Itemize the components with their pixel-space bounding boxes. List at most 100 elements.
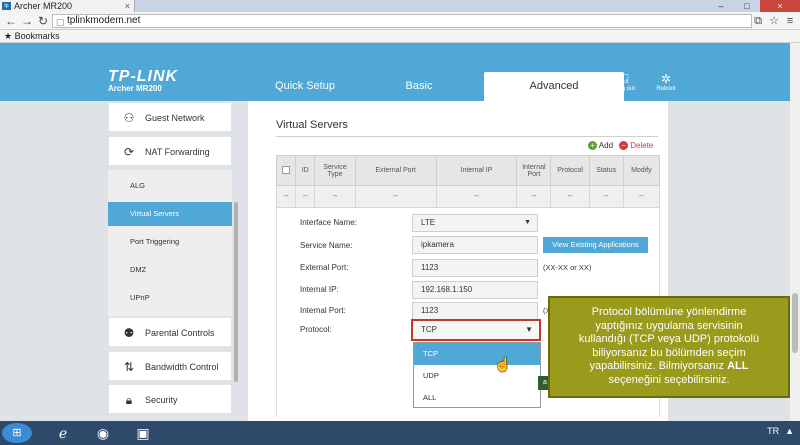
tray-arrow-icon[interactable]: ▲	[785, 426, 794, 436]
col-status: Status	[588, 155, 624, 186]
bookmarks-label[interactable]: Bookmarks	[15, 31, 60, 41]
sidebar-item-security[interactable]: 🔒︎ Security	[108, 384, 232, 414]
tooltip-line: Protocol bölümüne yönlendirme	[591, 306, 747, 318]
table-cell: --	[588, 185, 624, 208]
virtual-servers-table: ID Service Type External Port Internal I…	[275, 155, 661, 208]
sidebar-item-label: Security	[145, 395, 178, 405]
star-icon[interactable]: ☆	[768, 13, 780, 29]
tooltip-text: yapabilirsiniz. Bilmiyorsanız	[589, 360, 725, 372]
internal-port-input[interactable]: 1123	[412, 302, 538, 320]
translate-icon[interactable]: ⧉	[752, 13, 764, 29]
chevron-down-icon: ▼	[525, 325, 533, 334]
tray-label[interactable]: TR	[767, 426, 779, 436]
hand-cursor-icon: ☝	[494, 356, 512, 372]
instruction-tooltip: Protocol bölümüne yönlendirme yaptığınız…	[548, 296, 790, 398]
page-title: Virtual Servers	[276, 119, 348, 131]
page-scrollbar[interactable]	[790, 43, 800, 421]
tplink-favicon-icon: tp	[2, 2, 11, 10]
tooltip-line-mixed: yapabilirsiniz. Bilmiyorsanız ALL	[550, 360, 788, 374]
tab-basic[interactable]: Basic	[362, 72, 476, 101]
bandwidth-control-icon: ⇅	[123, 360, 135, 374]
maximize-icon[interactable]: □	[734, 0, 760, 12]
col-external-port: External Port	[354, 155, 437, 186]
view-existing-applications-button[interactable]: View Existing Applications	[543, 237, 648, 253]
start-orb-icon[interactable]: ⊞	[2, 423, 32, 443]
sidebar: ⚇ Guest Network ⟳ NAT Forwarding ALG Vir…	[108, 101, 232, 421]
checkbox-icon	[282, 165, 291, 174]
back-icon[interactable]: ←	[4, 13, 18, 29]
add-icon: +	[588, 141, 597, 150]
nat-submenu: ALG Virtual Servers Port Triggering DMZ …	[108, 170, 232, 316]
table-actions: + Add − Delete	[588, 141, 653, 150]
select-all-checkbox[interactable]	[275, 155, 297, 186]
add-button[interactable]: + Add	[588, 141, 613, 150]
protocol-option-all[interactable]: ALL	[414, 387, 540, 409]
interface-name-select[interactable]: LTE ▼	[412, 214, 538, 232]
interface-name-value: LTE	[421, 218, 436, 227]
submenu-item-port-triggering[interactable]: Port Triggering	[108, 230, 232, 254]
protocol-option-tcp[interactable]: TCP	[414, 343, 540, 365]
sidebar-item-nat-forwarding[interactable]: ⟳ NAT Forwarding	[108, 136, 232, 166]
tab-close-icon[interactable]: ×	[125, 0, 130, 12]
title-divider	[276, 136, 658, 137]
table-row: -- -- -- -- -- -- -- -- --	[275, 185, 661, 208]
reboot-button[interactable]: ✲ Reboot	[651, 72, 681, 92]
table-cell: --	[435, 185, 518, 208]
tab-title: Archer MR200	[14, 1, 73, 11]
logout-icon: ⍈	[621, 72, 629, 86]
protocol-select[interactable]: TCP ▼	[411, 319, 541, 341]
reload-icon[interactable]: ↻	[36, 13, 50, 29]
app-icon[interactable]: ▣	[126, 423, 160, 443]
tooltip-bold-text: ALL	[727, 360, 749, 372]
external-port-input[interactable]: 1123	[412, 259, 538, 277]
protocol-value: TCP	[421, 325, 437, 334]
service-name-input[interactable]: ipkamera	[412, 236, 538, 254]
tab-quick-setup[interactable]: Quick Setup	[248, 72, 362, 101]
guest-network-icon: ⚇	[123, 111, 135, 125]
internal-ip-input[interactable]: 192.168.1.150	[412, 281, 538, 299]
external-port-hint: (XX-XX or XX)	[543, 263, 592, 272]
table-header-row: ID Service Type External Port Internal I…	[275, 155, 661, 186]
external-port-value: 1123	[421, 263, 439, 272]
internal-port-label: Internal Port:	[300, 306, 346, 315]
internal-port-value: 1123	[421, 306, 439, 315]
sidebar-item-bandwidth-control[interactable]: ⇅ Bandwidth Control	[108, 351, 232, 381]
table-cell: --	[295, 185, 316, 208]
parental-controls-icon: ⚉	[123, 326, 135, 340]
submenu-item-virtual-servers[interactable]: Virtual Servers	[108, 202, 232, 226]
minimize-icon[interactable]: –	[708, 0, 734, 12]
logout-button[interactable]: ⍈ Log out	[610, 72, 640, 92]
url-text: tplinkmodem.net	[67, 15, 141, 26]
tooltip-line: kullandığı (TCP veya UDP) protokolü	[578, 333, 760, 345]
submenu-item-alg[interactable]: ALG	[108, 174, 232, 198]
submenu-item-upnp[interactable]: UPnP	[108, 286, 232, 310]
window-controls: – □ ×	[708, 0, 800, 12]
ie-icon[interactable]: ℯ	[46, 423, 80, 443]
table-cell: --	[550, 185, 590, 208]
sidebar-item-label: NAT Forwarding	[145, 147, 210, 157]
col-internal-port: Internal Port	[516, 155, 552, 186]
delete-button[interactable]: − Delete	[619, 141, 653, 150]
forward-icon[interactable]: →	[20, 13, 34, 29]
tooltip-line: yaptığınız uygulama servisinin	[595, 319, 743, 332]
table-cell: --	[354, 185, 437, 208]
title-bar: tp Archer MR200 × – □ ×	[0, 0, 800, 12]
col-service-type: Service Type	[314, 155, 356, 186]
menu-icon[interactable]: ≡	[784, 13, 796, 29]
submenu-item-dmz[interactable]: DMZ	[108, 258, 232, 282]
window-close-icon[interactable]: ×	[760, 0, 800, 12]
sidebar-scrollbar[interactable]	[234, 202, 238, 382]
delete-label: Delete	[630, 141, 654, 150]
page-icon: ▢	[56, 17, 65, 27]
tab-advanced[interactable]: Advanced	[484, 72, 624, 101]
address-bar[interactable]: ▢ tplinkmodem.net	[52, 14, 752, 28]
protocol-option-udp[interactable]: UDP	[414, 365, 540, 387]
main-nav-tabs: Quick Setup Basic Advanced	[248, 72, 624, 101]
browser-tab[interactable]: tp Archer MR200 ×	[0, 0, 135, 12]
scrollbar-thumb[interactable]	[792, 293, 798, 353]
sidebar-item-guest-network[interactable]: ⚇ Guest Network	[108, 102, 232, 132]
lock-icon: 🔒︎	[125, 393, 133, 407]
reboot-icon: ✲	[660, 72, 672, 86]
chrome-icon[interactable]: ◉	[86, 423, 120, 443]
sidebar-item-parental-controls[interactable]: ⚉ Parental Controls	[108, 317, 232, 347]
